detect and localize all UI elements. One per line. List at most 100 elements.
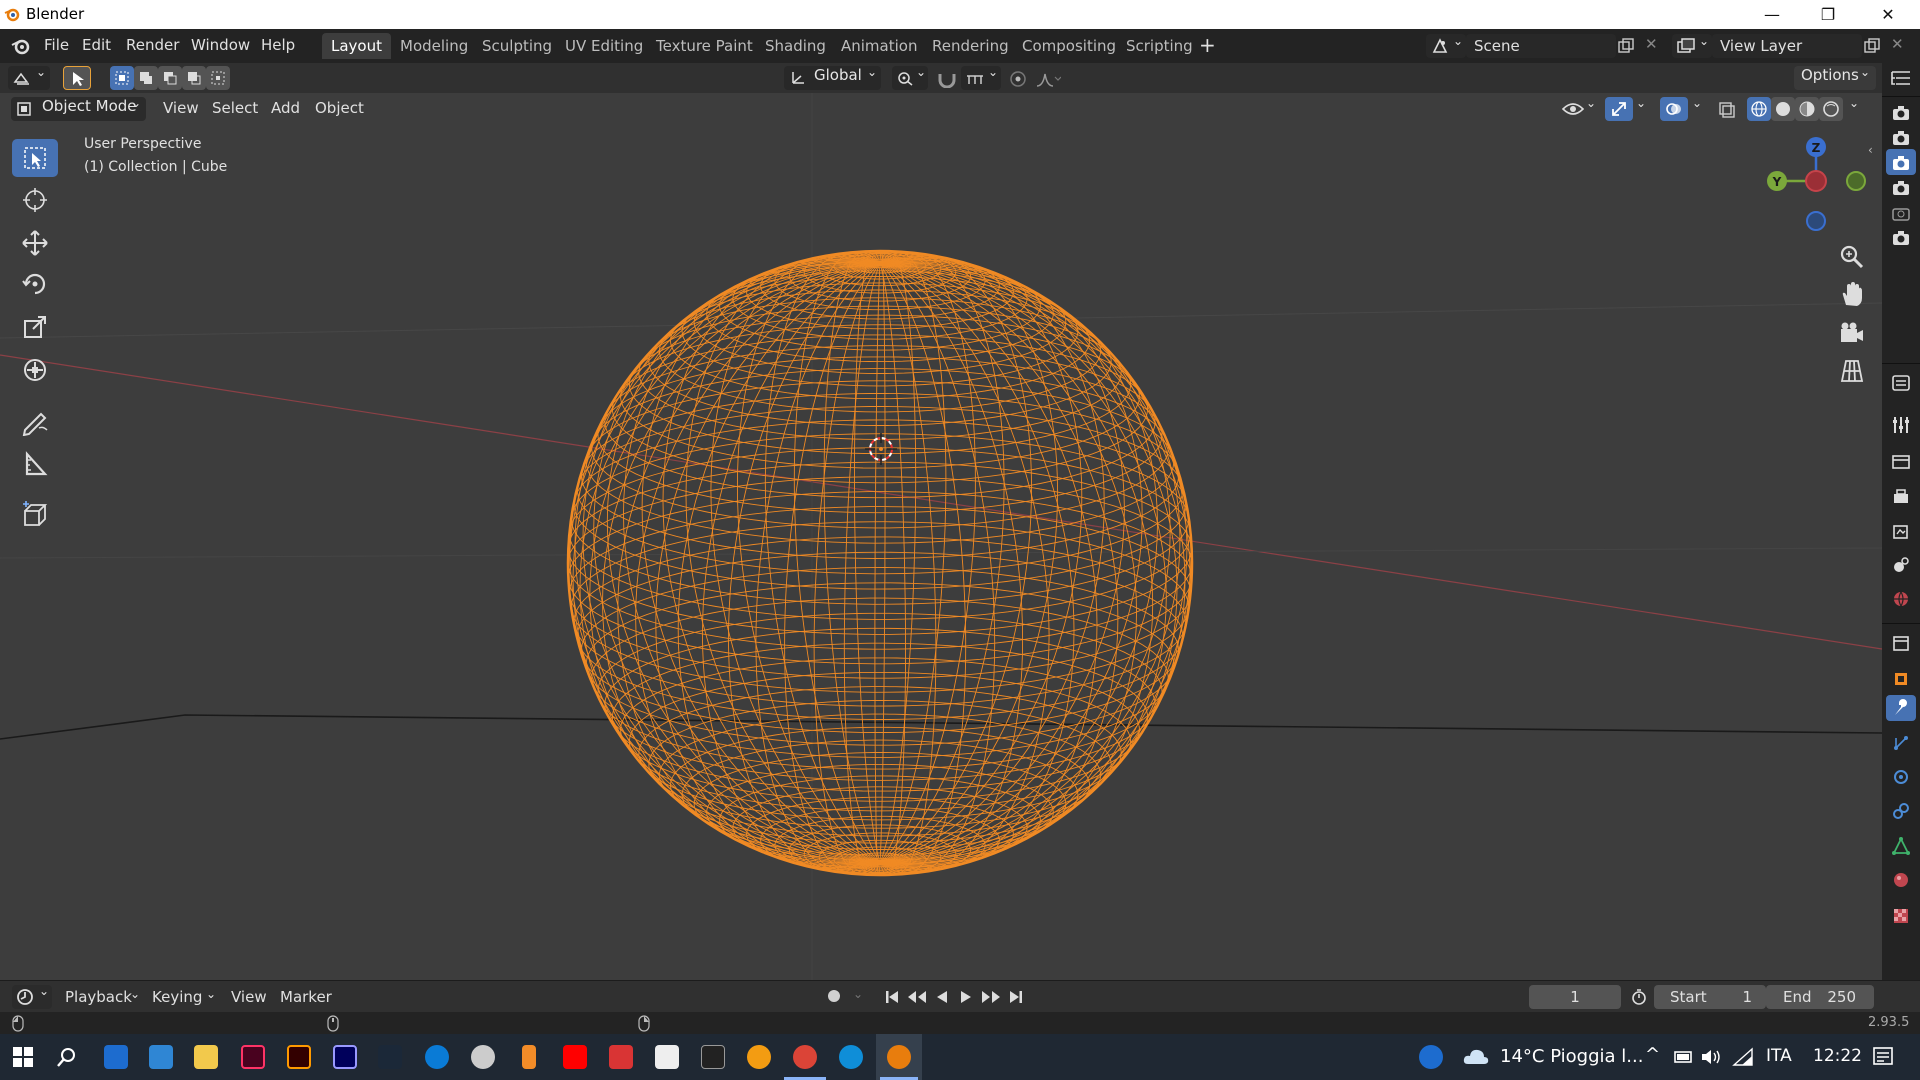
tab-scripting[interactable]: Scripting — [1117, 33, 1202, 59]
camera-view-icon[interactable] — [1838, 319, 1866, 347]
editor-type-button[interactable]: ⌄ — [8, 65, 50, 90]
overlays-toggle-button[interactable] — [1660, 97, 1688, 121]
gizmo-toggle-button[interactable] — [1605, 97, 1633, 121]
taskbar-indesign-icon[interactable] — [241, 1045, 265, 1069]
taskbar-app-store-icon[interactable] — [104, 1045, 128, 1069]
tool-move[interactable] — [12, 224, 58, 262]
tool-rotate[interactable] — [12, 265, 58, 303]
material-properties-icon[interactable] — [1891, 870, 1911, 890]
camera-icon[interactable] — [1891, 228, 1911, 248]
volume-icon[interactable] — [1700, 1047, 1722, 1067]
input-language-label[interactable]: ITA — [1766, 1046, 1792, 1066]
tool-add-cube[interactable] — [12, 495, 58, 533]
taskbar-steam-icon[interactable] — [378, 1045, 402, 1069]
notifications-icon[interactable] — [1872, 1046, 1894, 1068]
shading-material-button[interactable] — [1795, 97, 1819, 121]
tab-texture-paint[interactable]: Texture Paint — [647, 33, 762, 59]
play-icon[interactable] — [958, 989, 974, 1005]
restore-button[interactable]: ❐ — [1800, 0, 1856, 29]
texture-properties-icon[interactable] — [1891, 906, 1911, 926]
tab-animation[interactable]: Animation — [832, 33, 926, 59]
jump-to-start-icon[interactable] — [884, 989, 900, 1005]
chevron-down-icon[interactable]: ⌄ — [1586, 96, 1596, 110]
properties-editor-icon[interactable] — [1891, 373, 1911, 393]
clock-time-label[interactable]: 12:22 — [1813, 1046, 1862, 1066]
snap-magnet-icon[interactable] — [936, 70, 958, 88]
timeline-menu-keying[interactable]: Keying — [152, 988, 202, 1006]
pan-hand-icon[interactable] — [1838, 281, 1866, 309]
tool-cursor[interactable] — [12, 181, 58, 219]
visibility-eye-icon[interactable] — [1562, 101, 1584, 117]
tab-layout[interactable]: Layout — [322, 33, 391, 59]
taskbar-lightroom-icon[interactable] — [333, 1045, 357, 1069]
search-icon[interactable] — [56, 1046, 78, 1068]
pivot-point-dropdown[interactable]: ⌄ — [892, 65, 928, 90]
play-reverse-icon[interactable] — [934, 989, 950, 1005]
taskbar-edge-icon[interactable] — [839, 1045, 863, 1069]
tool-settings-icon[interactable] — [1891, 415, 1911, 435]
physics-icon[interactable] — [1891, 767, 1911, 787]
viewport-menu-object[interactable]: Object — [315, 99, 364, 117]
chevron-down-icon[interactable]: ⌄ — [1636, 96, 1646, 110]
tool-transform[interactable] — [12, 351, 58, 389]
tab-modeling[interactable]: Modeling — [391, 33, 477, 59]
taskbar-blender-icon[interactable] — [887, 1045, 911, 1069]
new-scene-icon[interactable] — [1617, 37, 1635, 55]
chevron-down-icon[interactable]: ⌄ — [853, 987, 863, 1001]
jump-to-keyframe-forward-icon[interactable] — [980, 989, 1002, 1005]
camera-outline-icon[interactable] — [1891, 203, 1911, 223]
menu-help[interactable]: Help — [261, 36, 295, 54]
taskbar-photos-icon[interactable] — [149, 1045, 173, 1069]
chevron-down-icon[interactable]: ⌄ — [1692, 96, 1702, 110]
chevron-down-icon[interactable]: ⌄ — [1849, 96, 1859, 110]
scene-properties-icon[interactable] — [1891, 555, 1911, 575]
shading-wireframe-button[interactable] — [1747, 97, 1771, 121]
taskbar-red-app-icon[interactable] — [609, 1045, 633, 1069]
menu-window[interactable]: Window — [191, 36, 250, 54]
select-mode-subtract-button[interactable] — [158, 66, 182, 90]
battery-icon[interactable] — [1673, 1048, 1695, 1066]
jump-to-keyframe-back-icon[interactable] — [906, 989, 928, 1005]
tab-compositing[interactable]: Compositing — [1013, 33, 1125, 59]
3d-viewport[interactable]: User Perspective (1) Collection | Cube Y… — [0, 93, 1882, 980]
object-mode-dropdown[interactable]: Object Mode ⌄ — [11, 96, 146, 121]
proportional-editing-icon[interactable] — [1008, 70, 1028, 88]
tab-shading[interactable]: Shading — [756, 33, 835, 59]
taskbar-file-explorer-icon[interactable] — [194, 1045, 218, 1069]
taskbar-illustrator-icon[interactable] — [287, 1045, 311, 1069]
delete-scene-icon[interactable]: ✕ — [1645, 35, 1658, 53]
taskbar-obs-icon[interactable] — [471, 1045, 495, 1069]
3d-cursor-icon[interactable] — [863, 431, 899, 467]
select-mode-set-button[interactable] — [110, 66, 134, 90]
viewport-menu-add[interactable]: Add — [271, 99, 300, 117]
viewport-menu-select[interactable]: Select — [212, 99, 258, 117]
options-dropdown[interactable]: Options ⌄ — [1794, 65, 1876, 90]
orthographic-grid-icon[interactable] — [1838, 357, 1866, 385]
taskbar-epic-games-icon[interactable] — [701, 1045, 725, 1069]
outliner-icon[interactable] — [1890, 69, 1912, 87]
select-mode-extend-button[interactable] — [134, 66, 158, 90]
tab-sculpting[interactable]: Sculpting — [473, 33, 561, 59]
selected-sphere-wireframe[interactable] — [560, 243, 1200, 883]
new-view-layer-icon[interactable] — [1863, 37, 1881, 55]
view-layer-selector-button[interactable]: ⌄ — [1672, 34, 1712, 58]
snap-target-dropdown[interactable]: ⌄ — [961, 65, 1001, 90]
timeline-menu-playback[interactable]: Playback — [65, 988, 132, 1006]
taskbar-youtube-icon[interactable] — [563, 1045, 587, 1069]
menu-file[interactable]: File — [44, 36, 69, 54]
camera-icon[interactable] — [1891, 178, 1911, 198]
shading-solid-button[interactable] — [1771, 97, 1795, 121]
proportional-falloff-icon[interactable] — [1035, 70, 1061, 88]
weather-label[interactable]: 14°C Pioggia l... — [1500, 1046, 1643, 1067]
render-properties-icon[interactable] — [1891, 451, 1911, 471]
current-frame-field[interactable]: 1 — [1529, 985, 1621, 1009]
object-data-icon[interactable] — [1891, 836, 1911, 856]
scene-selector-button[interactable]: ⌄ — [1426, 34, 1466, 58]
xray-toggle-icon[interactable] — [1718, 101, 1736, 119]
chevron-up-icon[interactable]: ^ — [1645, 1044, 1660, 1065]
taskbar-vlc-icon[interactable] — [522, 1045, 536, 1069]
tool-scale[interactable] — [12, 308, 58, 346]
object-properties-icon[interactable] — [1891, 669, 1911, 689]
weather-cloud-icon[interactable] — [1462, 1046, 1490, 1068]
taskbar-help-icon[interactable] — [1419, 1045, 1443, 1069]
